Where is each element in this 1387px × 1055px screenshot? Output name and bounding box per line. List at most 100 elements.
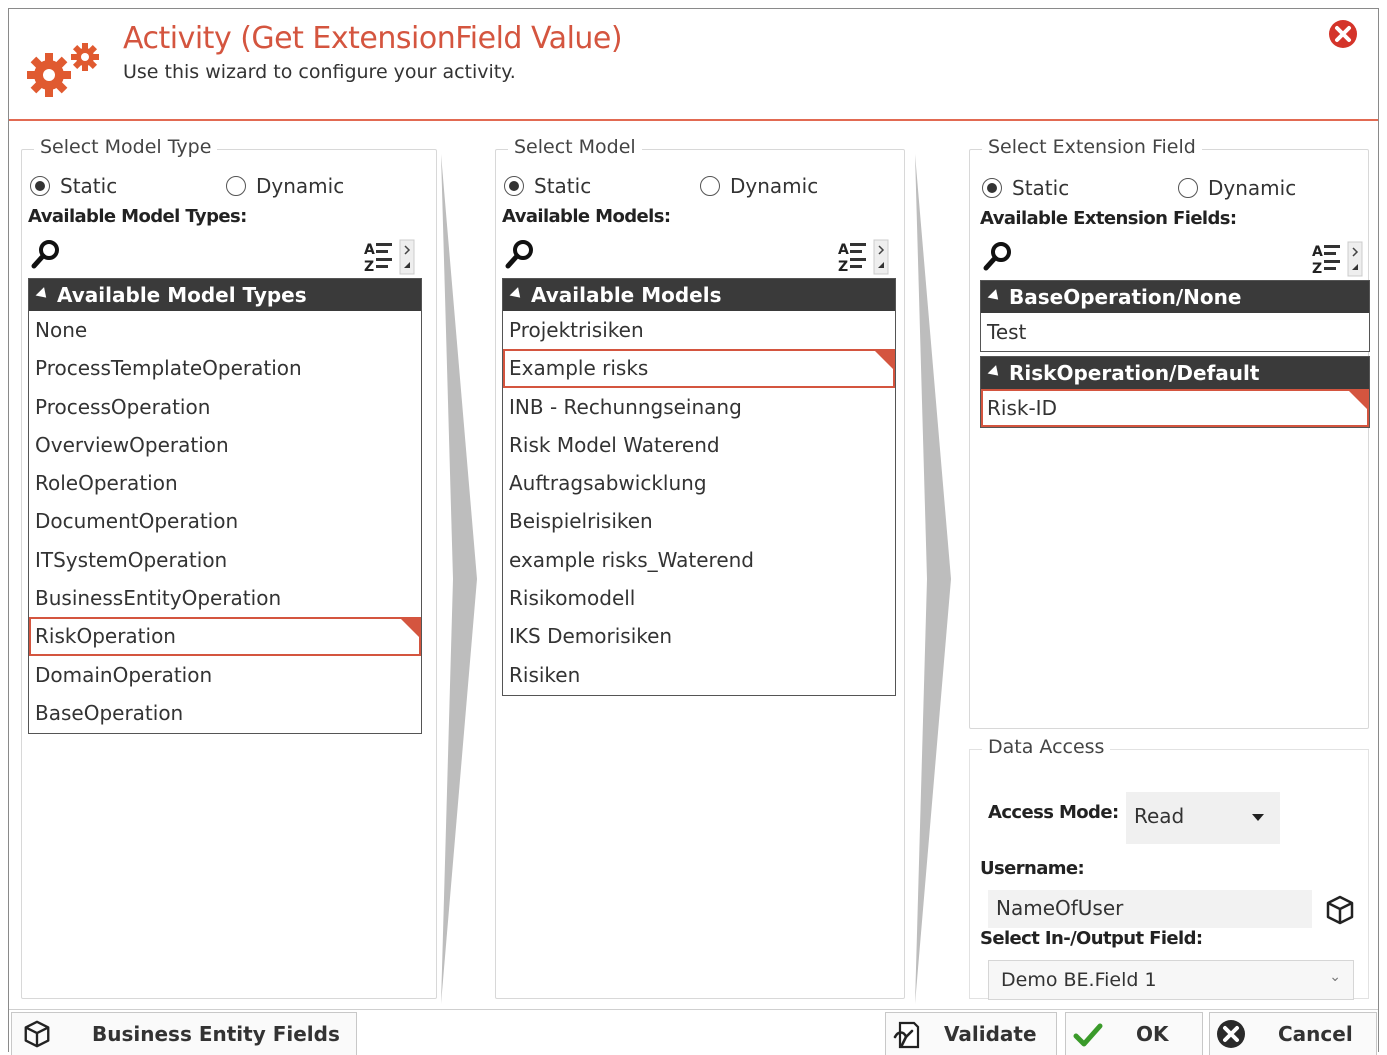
list-item-selected[interactable]: Risk-ID bbox=[981, 389, 1369, 428]
business-entity-fields-button[interactable]: Business Entity Fields bbox=[11, 1012, 357, 1055]
list-item[interactable]: DomainOperation bbox=[29, 656, 421, 694]
radio-label: Static bbox=[60, 174, 118, 198]
search-icon[interactable] bbox=[982, 240, 1014, 272]
step-arrow-icon bbox=[915, 154, 951, 1004]
io-field-label: Select In-/Output Field: bbox=[980, 928, 1203, 949]
dynamic-radio[interactable]: Dynamic bbox=[1178, 176, 1296, 200]
button-label: Validate bbox=[944, 1022, 1037, 1046]
group-header-label: BaseOperation/None bbox=[1009, 285, 1242, 309]
radio-label: Dynamic bbox=[730, 174, 819, 198]
list-item[interactable]: BaseOperation bbox=[29, 694, 421, 732]
collapse-triangle-icon bbox=[987, 364, 1003, 380]
list-item[interactable]: example risks_Waterend bbox=[503, 541, 895, 579]
cancel-button[interactable]: Cancel bbox=[1209, 1012, 1377, 1055]
svg-text:Z: Z bbox=[838, 259, 848, 275]
io-field-select[interactable]: Demo BE.Field 1 ⌄ bbox=[988, 960, 1354, 1000]
dynamic-radio[interactable]: Dynamic bbox=[226, 174, 344, 198]
extension-field-list-base: BaseOperation/None Test bbox=[980, 280, 1370, 352]
svg-text:Z: Z bbox=[364, 259, 374, 275]
dynamic-radio[interactable]: Dynamic bbox=[700, 174, 818, 198]
access-mode-label: Access Mode: bbox=[988, 802, 1119, 823]
list-item[interactable]: RoleOperation bbox=[29, 464, 421, 502]
list-item[interactable]: IKS Demorisiken bbox=[503, 617, 895, 655]
list-item[interactable]: ITSystemOperation bbox=[29, 541, 421, 579]
list-item[interactable]: Risiken bbox=[503, 656, 895, 694]
radio-label: Static bbox=[1012, 176, 1070, 200]
panel-legend: Select Model Type bbox=[34, 136, 218, 158]
static-radio[interactable]: Static bbox=[982, 176, 1069, 200]
button-label: Business Entity Fields bbox=[92, 1022, 340, 1046]
list-group-header[interactable]: Available Model Types bbox=[29, 279, 421, 311]
cube-icon[interactable] bbox=[1324, 894, 1356, 926]
wizard-header: Activity (Get ExtensionField Value) Use … bbox=[9, 9, 1378, 121]
list-item[interactable]: Risk Model Waterend bbox=[503, 426, 895, 464]
list-item[interactable]: ProcessOperation bbox=[29, 388, 421, 426]
list-item[interactable]: Test bbox=[981, 313, 1369, 351]
group-header-label: Available Models bbox=[531, 283, 722, 307]
username-value: NameOfUser bbox=[996, 896, 1124, 920]
list-item[interactable]: Risikomodell bbox=[503, 579, 895, 617]
radio-checked-icon bbox=[30, 176, 50, 196]
list-item[interactable]: Auftragsabwicklung bbox=[503, 464, 895, 502]
step-arrow-icon bbox=[441, 154, 477, 1004]
io-field-value: Demo BE.Field 1 bbox=[1001, 969, 1157, 991]
list-item[interactable]: OverviewOperation bbox=[29, 426, 421, 464]
list-item-selected[interactable]: RiskOperation bbox=[29, 617, 421, 656]
static-radio[interactable]: Static bbox=[504, 174, 591, 198]
radio-unchecked-icon bbox=[226, 176, 246, 196]
available-label: Available Model Types: bbox=[28, 206, 247, 227]
list-group-header[interactable]: BaseOperation/None bbox=[981, 281, 1369, 313]
sort-az-icon[interactable]: A Z bbox=[362, 238, 418, 276]
search-icon[interactable] bbox=[504, 238, 536, 270]
radio-label: Static bbox=[534, 174, 592, 198]
button-label: Cancel bbox=[1278, 1022, 1353, 1046]
model-type-panel: Select Model Type Static Dynamic Availab… bbox=[21, 136, 437, 999]
dropdown-caret-icon bbox=[1252, 814, 1264, 821]
list-item[interactable]: Projektrisiken bbox=[503, 311, 895, 349]
radio-label: Dynamic bbox=[1208, 176, 1297, 200]
chevron-down-icon: ⌄ bbox=[1329, 969, 1341, 985]
mode-radio-group: Static Dynamic bbox=[30, 174, 410, 200]
list-group-header[interactable]: Available Models bbox=[503, 279, 895, 311]
list-item[interactable]: BusinessEntityOperation bbox=[29, 579, 421, 617]
available-label: Available Extension Fields: bbox=[980, 208, 1237, 229]
wizard-subtitle: Use this wizard to configure your activi… bbox=[123, 61, 516, 83]
radio-unchecked-icon bbox=[1178, 178, 1198, 198]
panel-legend: Data Access bbox=[982, 736, 1111, 758]
ok-button[interactable]: OK bbox=[1065, 1012, 1203, 1055]
list-item[interactable]: INB - Rechunngseinang bbox=[503, 388, 895, 426]
list-item[interactable]: None bbox=[29, 311, 421, 349]
svg-text:Z: Z bbox=[1312, 261, 1322, 277]
username-field[interactable]: NameOfUser bbox=[988, 890, 1312, 928]
sort-az-icon[interactable]: A Z bbox=[836, 238, 892, 276]
validate-button[interactable]: Validate bbox=[885, 1012, 1057, 1055]
collapse-triangle-icon bbox=[509, 286, 525, 302]
gears-icon bbox=[27, 43, 99, 97]
list-item[interactable]: DocumentOperation bbox=[29, 502, 421, 540]
access-mode-select[interactable]: Read bbox=[1126, 792, 1280, 844]
cancel-icon bbox=[1217, 1020, 1245, 1048]
wizard-window: Activity (Get ExtensionField Value) Use … bbox=[8, 8, 1379, 1055]
validate-icon bbox=[893, 1021, 920, 1049]
checkmark-icon bbox=[1073, 1023, 1103, 1047]
wizard-footer: Business Entity Fields Validate OK Cance… bbox=[9, 1009, 1378, 1055]
username-label: Username: bbox=[980, 858, 1085, 879]
list-item[interactable]: Beispielrisiken bbox=[503, 502, 895, 540]
mode-radio-group: Static Dynamic bbox=[504, 174, 884, 200]
static-radio[interactable]: Static bbox=[30, 174, 117, 198]
panel-legend: Select Model bbox=[508, 136, 642, 158]
radio-label: Dynamic bbox=[256, 174, 345, 198]
sort-az-icon[interactable]: A Z bbox=[1310, 240, 1366, 278]
list-item-selected[interactable]: Example risks bbox=[503, 349, 895, 388]
close-icon[interactable] bbox=[1328, 19, 1358, 49]
model-list: Available Models Projektrisiken Example … bbox=[502, 278, 896, 696]
panel-legend: Select Extension Field bbox=[982, 136, 1202, 158]
svg-text:A: A bbox=[1312, 244, 1323, 260]
wizard-title: Activity (Get ExtensionField Value) bbox=[123, 21, 623, 56]
list-item[interactable]: ProcessTemplateOperation bbox=[29, 349, 421, 387]
search-icon[interactable] bbox=[30, 238, 62, 270]
radio-unchecked-icon bbox=[700, 176, 720, 196]
radio-checked-icon bbox=[504, 176, 524, 196]
svg-text:A: A bbox=[364, 242, 375, 258]
list-group-header[interactable]: RiskOperation/Default bbox=[981, 357, 1369, 389]
